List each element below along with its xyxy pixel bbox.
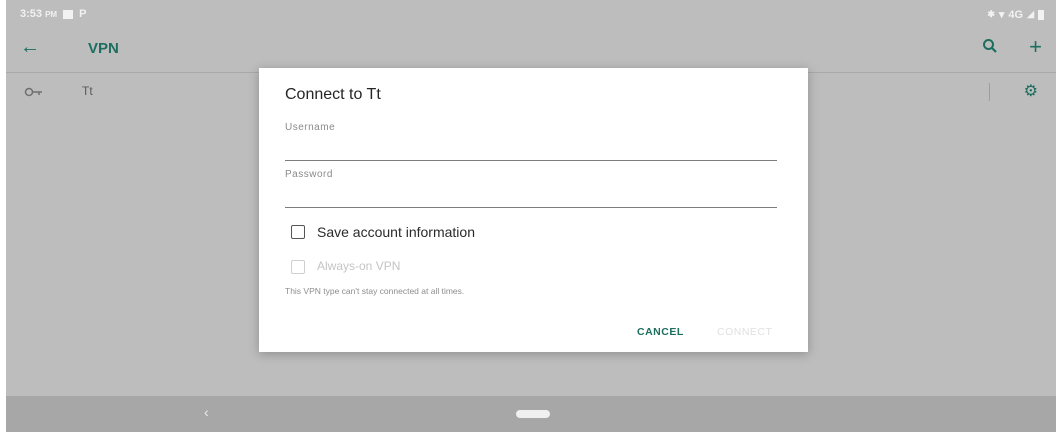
navigation-bar: ‹ bbox=[6, 396, 1056, 432]
plus-icon[interactable]: + bbox=[1029, 34, 1042, 60]
screen: 3:53 PM P ✱ ▾ 4G ◢ ← VPN + Tt ⚙ ‹ Connec… bbox=[6, 0, 1056, 432]
network-type: 4G bbox=[1008, 8, 1024, 21]
status-bar: 3:53 PM P ✱ ▾ 4G ◢ bbox=[6, 0, 1056, 26]
cancel-button[interactable]: CANCEL bbox=[637, 326, 684, 338]
username-label: Username bbox=[285, 122, 336, 133]
app-toolbar: ← VPN + bbox=[6, 26, 1056, 70]
password-field[interactable] bbox=[285, 181, 777, 207]
notification-icon bbox=[63, 9, 74, 19]
password-label: Password bbox=[285, 169, 333, 180]
status-right: ✱ ▾ 4G ◢ bbox=[987, 8, 1044, 21]
username-underline bbox=[285, 160, 777, 161]
signal-icon: ◢ bbox=[1027, 9, 1034, 19]
page-title: VPN bbox=[88, 40, 119, 57]
home-pill-icon[interactable] bbox=[516, 410, 550, 418]
wifi-icon: ▾ bbox=[998, 9, 1005, 21]
gear-icon[interactable]: ⚙ bbox=[1024, 81, 1038, 101]
username-field[interactable] bbox=[285, 134, 777, 160]
connect-button[interactable]: CONNECT bbox=[717, 326, 772, 338]
bluetooth-icon: ✱ bbox=[987, 9, 995, 19]
vpn-key-icon bbox=[24, 85, 44, 103]
save-account-checkbox[interactable] bbox=[291, 225, 305, 239]
dialog-title: Connect to Tt bbox=[285, 86, 381, 103]
p-notification-icon: P bbox=[79, 8, 87, 20]
status-left: 3:53 PM P bbox=[20, 8, 86, 20]
password-underline bbox=[285, 207, 777, 208]
divider bbox=[989, 83, 990, 101]
save-account-label: Save account information bbox=[317, 224, 475, 240]
status-time: 3:53 PM bbox=[20, 8, 58, 20]
always-on-label: Always-on VPN bbox=[317, 259, 401, 273]
connect-dialog: Connect to Tt Username Password Save acc… bbox=[259, 68, 808, 352]
arrow-back-icon[interactable]: ← bbox=[20, 36, 40, 59]
battery-icon bbox=[1038, 9, 1044, 20]
search-icon[interactable] bbox=[982, 38, 998, 59]
always-on-note: This VPN type can't stay connected at al… bbox=[285, 286, 465, 296]
vpn-name: Tt bbox=[82, 84, 93, 98]
nav-back-icon[interactable]: ‹ bbox=[204, 404, 209, 420]
always-on-checkbox bbox=[291, 260, 305, 274]
